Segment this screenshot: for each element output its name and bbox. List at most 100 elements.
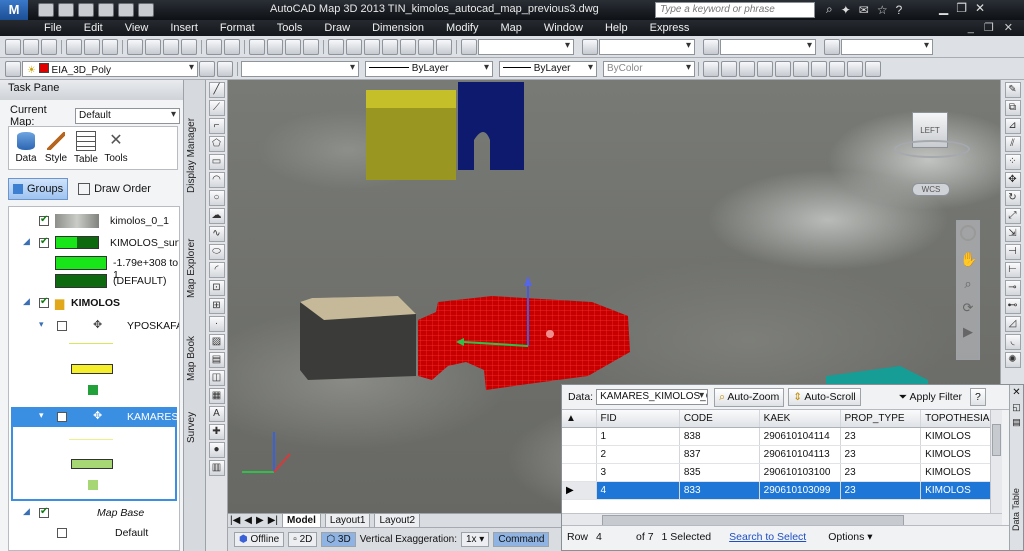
- markup-icon[interactable]: [400, 38, 416, 55]
- trim-icon[interactable]: ⊣: [1004, 244, 1021, 260]
- map-tool-9-icon[interactable]: [847, 60, 863, 77]
- current-map-select[interactable]: Default: [75, 108, 180, 124]
- fillet-icon[interactable]: ◟: [1004, 334, 1021, 350]
- copy-icon[interactable]: [145, 38, 161, 55]
- map-tool-5-icon[interactable]: [775, 60, 791, 77]
- copy-object-icon[interactable]: ⧉: [1004, 100, 1021, 116]
- menu-draw[interactable]: Draw: [324, 22, 350, 34]
- showmotion-icon[interactable]: ▶: [960, 324, 976, 340]
- table-button[interactable]: Table: [73, 131, 99, 165]
- tab-model[interactable]: Model: [282, 513, 321, 528]
- row-selector[interactable]: [562, 427, 597, 446]
- command-button[interactable]: Command: [493, 532, 550, 547]
- color-combo[interactable]: [241, 60, 359, 77]
- collapse-arrow-icon[interactable]: ▾: [39, 319, 44, 330]
- line-icon[interactable]: ╱: [208, 82, 225, 98]
- table-cell[interactable]: 835: [679, 463, 760, 482]
- horizontal-scrollbar[interactable]: [562, 513, 1002, 526]
- match-properties-icon[interactable]: [181, 38, 197, 55]
- table-cell[interactable]: 2: [596, 445, 680, 464]
- tab-nav-next-icon[interactable]: ▶: [256, 515, 264, 526]
- tab-survey[interactable]: Survey: [186, 392, 204, 462]
- map-tool-7-icon[interactable]: [811, 60, 827, 77]
- table-cell[interactable]: 4: [596, 481, 680, 500]
- group-kimolos[interactable]: ◢ ▆ KIMOLOS: [9, 295, 179, 313]
- table-draw-icon[interactable]: ▦: [208, 388, 225, 404]
- data-table-help-button[interactable]: ?: [970, 388, 986, 406]
- table-cell[interactable]: 23: [840, 445, 922, 464]
- auto-scroll-button[interactable]: ⇕ Auto-Scroll: [788, 388, 861, 406]
- data-source-select[interactable]: KAMARES_KIMOLOS_CA: [596, 389, 709, 405]
- make-current-layer-icon[interactable]: [199, 60, 215, 77]
- menu-dimension[interactable]: Dimension: [372, 22, 424, 34]
- redo-icon[interactable]: [224, 38, 240, 55]
- restore-icon[interactable]: ❐: [956, 1, 967, 15]
- menu-help[interactable]: Help: [605, 22, 628, 34]
- vertical-scroll-thumb[interactable]: [992, 424, 1001, 456]
- options-menu[interactable]: Options ▾: [828, 531, 872, 543]
- vertical-scrollbar[interactable]: [990, 410, 1002, 513]
- menu-edit[interactable]: Edit: [84, 22, 103, 34]
- map-tool-10-icon[interactable]: [865, 60, 881, 77]
- hatch-icon[interactable]: ▨: [208, 334, 225, 350]
- new-icon[interactable]: [5, 38, 21, 55]
- menu-view[interactable]: View: [125, 22, 149, 34]
- properties-icon[interactable]: [328, 38, 344, 55]
- table-row[interactable]: ▶ 4 833 290610103099 23 KIMOLOS: [562, 481, 1002, 500]
- rotate-icon[interactable]: ↻: [1004, 190, 1021, 206]
- search-icon[interactable]: ⌕: [826, 2, 833, 17]
- viewcube-compass[interactable]: [894, 140, 970, 158]
- tab-nav-last-icon[interactable]: ▶|: [268, 515, 278, 526]
- publish-icon[interactable]: [102, 38, 118, 55]
- table-cell[interactable]: 23: [840, 427, 922, 446]
- row-selector[interactable]: [562, 445, 597, 464]
- doc-close-icon[interactable]: ✕: [1004, 21, 1013, 34]
- break-icon[interactable]: ⊸: [1004, 280, 1021, 296]
- layer-visibility-checkbox[interactable]: [39, 236, 49, 248]
- layer-default[interactable]: Default: [9, 525, 179, 543]
- region-icon[interactable]: ◫: [208, 370, 225, 386]
- offset-icon[interactable]: ⫽: [1004, 136, 1021, 152]
- zoom-window-icon[interactable]: [285, 38, 301, 55]
- pan-hand-icon[interactable]: ✋: [960, 251, 977, 268]
- erase-icon[interactable]: ✎: [1004, 82, 1021, 98]
- orbit-icon[interactable]: ⟳: [960, 300, 976, 316]
- menu-window[interactable]: Window: [544, 22, 583, 34]
- mode-2d-button[interactable]: ▫ 2D: [288, 532, 318, 547]
- mirror-icon[interactable]: ⊿: [1004, 118, 1021, 134]
- tab-map-explorer[interactable]: Map Explorer: [186, 218, 204, 318]
- join-icon[interactable]: ⊷: [1004, 298, 1021, 314]
- ellipse-arc-icon[interactable]: ◜: [208, 262, 225, 278]
- steering-wheel-icon[interactable]: [960, 225, 976, 241]
- layer-previous-icon[interactable]: [217, 60, 233, 77]
- table-row[interactable]: 2 837 290610104113 23 KIMOLOS: [562, 445, 1002, 464]
- open-icon[interactable]: [23, 38, 39, 55]
- layer-yposkafa[interactable]: ▾ ✥ YPOSKAFA: [9, 318, 179, 336]
- tab-display-manager[interactable]: Display Manager: [186, 100, 204, 210]
- tab-map-book[interactable]: Map Book: [186, 318, 204, 398]
- menu-express[interactable]: Express: [650, 22, 690, 34]
- calculator-icon[interactable]: [418, 38, 434, 55]
- mode-3d-button[interactable]: ⬡ 3D: [321, 532, 356, 547]
- apply-filter-button[interactable]: ⏷ Apply Filter: [899, 391, 962, 404]
- make-block-icon[interactable]: ⊞: [208, 298, 225, 314]
- map-tool-1-icon[interactable]: [703, 60, 719, 77]
- table-cell[interactable]: 837: [679, 445, 760, 464]
- table-style-icon[interactable]: [703, 38, 719, 55]
- tools-button[interactable]: ✕ Tools: [103, 132, 129, 164]
- column-header[interactable]: CODE: [679, 410, 760, 428]
- close-data-table-icon[interactable]: ✕: [1010, 387, 1023, 398]
- search-input[interactable]: Type a keyword or phrase: [655, 2, 815, 18]
- gradient-icon[interactable]: ▤: [208, 352, 225, 368]
- layer-combo[interactable]: ☀ EIA_3D_Poly: [22, 60, 198, 77]
- map-tool-3-icon[interactable]: [739, 60, 755, 77]
- zoom-realtime-icon[interactable]: [267, 38, 283, 55]
- text-style-icon[interactable]: [461, 38, 477, 55]
- attribute-grid[interactable]: ▲ FID CODE KAEK PROP_TYPE TOPOTHESIA 1 83…: [562, 410, 1002, 513]
- menu-modify[interactable]: Modify: [446, 22, 478, 34]
- stretch-icon[interactable]: ⇲: [1004, 226, 1021, 242]
- dim-style-icon[interactable]: [582, 38, 598, 55]
- chamfer-icon[interactable]: ◿: [1004, 316, 1021, 332]
- group-map-base[interactable]: ◢ Map Base: [9, 505, 179, 523]
- cut-icon[interactable]: [127, 38, 143, 55]
